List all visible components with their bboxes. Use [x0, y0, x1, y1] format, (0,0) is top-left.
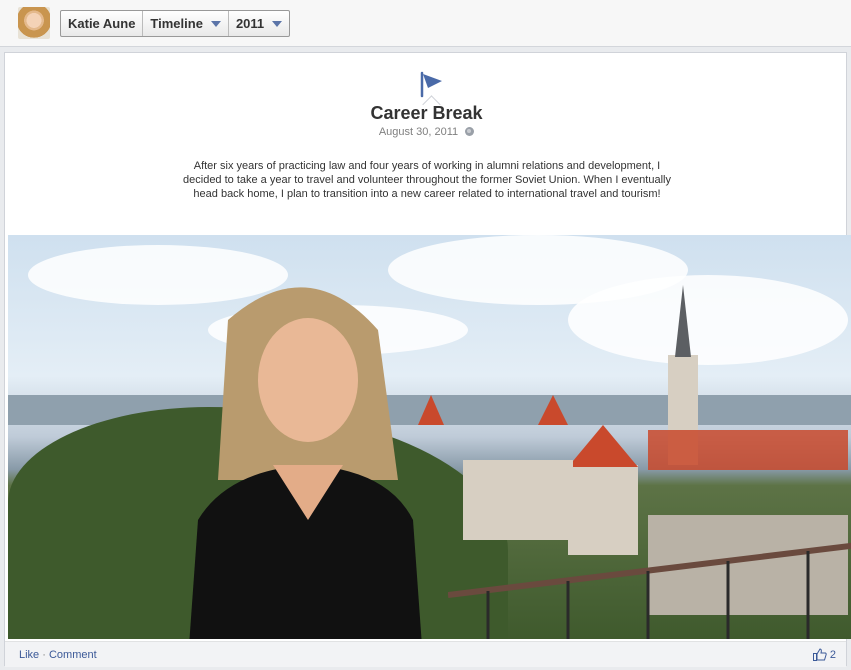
year-label: 2011: [235, 16, 265, 31]
like-count-button[interactable]: 2: [812, 648, 836, 661]
photo-building: [463, 460, 573, 540]
timeline-dropdown[interactable]: Timeline: [143, 11, 229, 36]
card-footer: Like · Comment 2: [5, 641, 846, 667]
profile-name-button[interactable]: Katie Aune: [61, 11, 144, 36]
separator: ·: [42, 649, 46, 661]
flag-icon: [420, 71, 442, 98]
life-event-card: Career Break August 30, 2011 After six y…: [4, 52, 851, 667]
photo-roof: [568, 425, 638, 467]
photo-roof: [648, 430, 848, 470]
timeline-label: Timeline: [150, 16, 203, 31]
event-title: Career Break: [370, 103, 483, 123]
thumbs-up-icon: [812, 648, 827, 661]
photo-person: [189, 287, 422, 639]
globe-icon[interactable]: [465, 127, 475, 136]
like-link[interactable]: Like: [19, 649, 39, 661]
chevron-down-icon: [272, 20, 283, 27]
event-date-line: August 30, 2011: [5, 126, 848, 138]
photo-railing: [448, 542, 851, 639]
photo-cloud: [568, 275, 848, 365]
profile-name: Katie Aune: [68, 16, 136, 31]
avatar[interactable]: [18, 7, 50, 39]
story-actions: Like · Comment: [19, 649, 97, 661]
like-count: 2: [829, 648, 836, 661]
year-dropdown[interactable]: 2011: [229, 11, 289, 36]
timeline-selector: Katie Aune Timeline 2011: [60, 10, 291, 37]
event-description: After six years of practicing law and fo…: [183, 160, 671, 200]
event-date[interactable]: August 30, 2011: [379, 126, 458, 138]
event-photo[interactable]: [8, 235, 851, 639]
top-bar: Katie Aune Timeline 2011: [0, 0, 851, 47]
chevron-down-icon: [210, 20, 221, 27]
comment-link[interactable]: Comment: [49, 649, 97, 661]
